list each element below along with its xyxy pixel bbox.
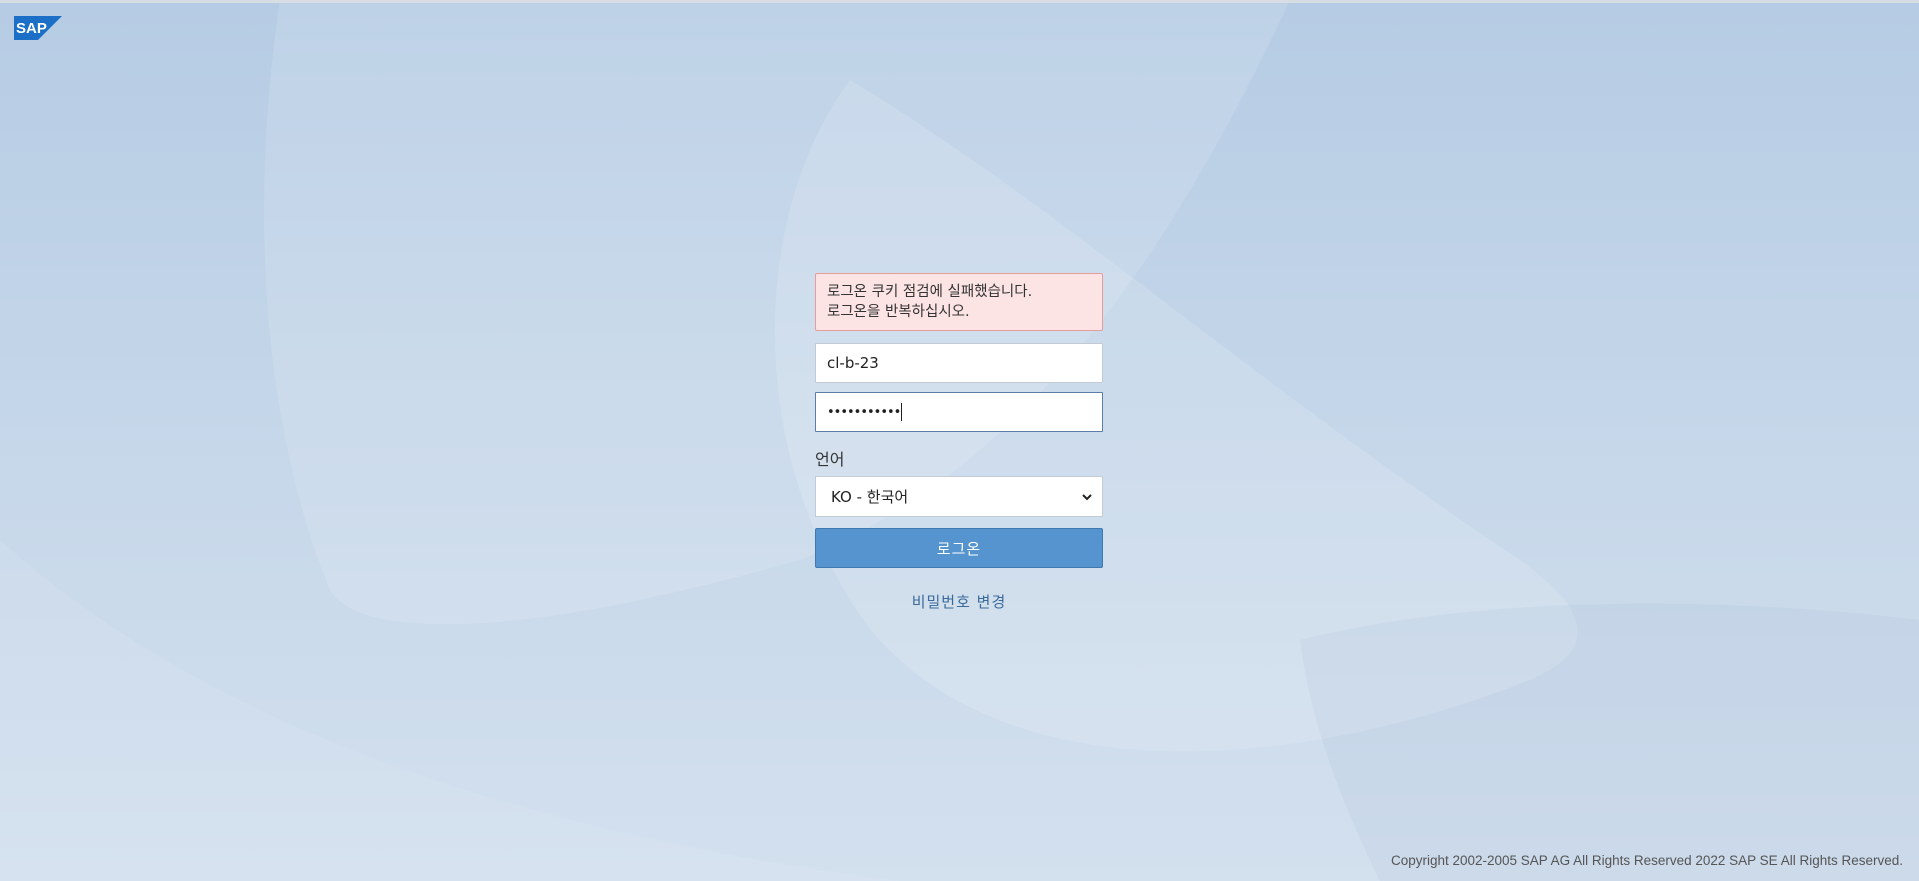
username-value: cl-b-23 — [827, 354, 879, 372]
error-line-2: 로그온을 반복하십시오. — [827, 304, 970, 320]
language-select[interactable]: KO - 한국어 — [815, 476, 1103, 517]
username-input[interactable]: cl-b-23 — [815, 343, 1103, 383]
sap-logo: SAP — [14, 16, 62, 40]
error-line-1: 로그온 쿠키 점검에 실패했습니다. — [827, 284, 1033, 300]
chevron-down-icon — [1082, 493, 1092, 500]
password-input[interactable]: ••••••••••• — [815, 392, 1103, 432]
password-value: ••••••••••• — [827, 404, 901, 420]
error-message: 로그온 쿠키 점검에 실패했습니다. 로그온을 반복하십시오. — [815, 273, 1103, 331]
login-button[interactable]: 로그온 — [815, 528, 1103, 568]
login-form: 로그온 쿠키 점검에 실패했습니다. 로그온을 반복하십시오. cl-b-23 … — [815, 273, 1103, 612]
change-password-link[interactable]: 비밀번호 변경 — [815, 591, 1103, 612]
sap-logo-text: SAP — [16, 20, 47, 37]
language-label: 언어 — [815, 450, 845, 469]
copyright-text: Copyright 2002-2005 SAP AG All Rights Re… — [1390, 853, 1903, 868]
language-selected-value: KO - 한국어 — [831, 488, 909, 506]
top-border — [0, 0, 1919, 3]
login-button-label: 로그온 — [936, 539, 982, 558]
text-caret — [901, 403, 903, 421]
